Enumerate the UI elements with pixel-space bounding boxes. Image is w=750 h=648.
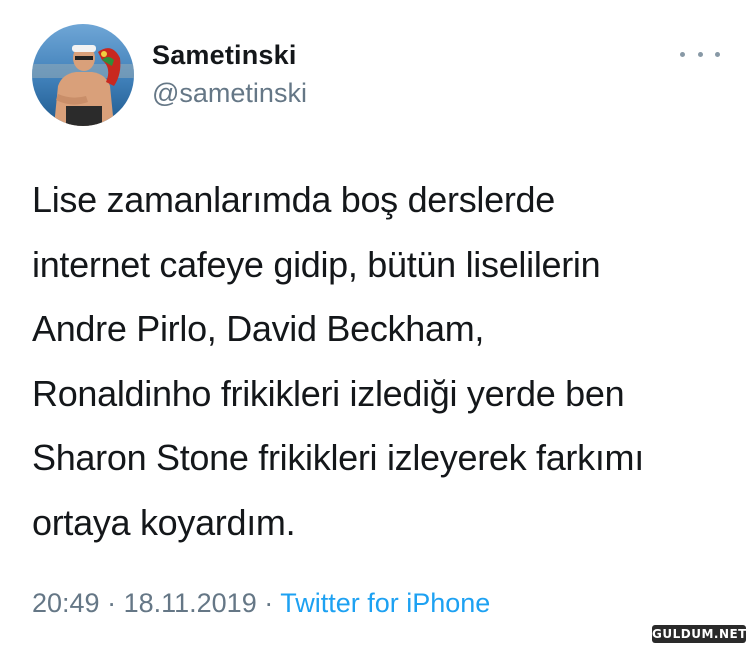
more-horizontal-icon bbox=[697, 51, 703, 57]
tweet-text: Lise zamanlarımda boş derslerde internet… bbox=[32, 168, 732, 556]
tweet-text-line: Lise zamanlarımda boş derslerde bbox=[32, 179, 555, 220]
tweet-source-link[interactable]: Twitter for iPhone bbox=[280, 588, 490, 618]
tweet-date[interactable]: 18.11.2019 bbox=[124, 588, 257, 618]
tweet-metadata: 20:49 · 18.11.2019 · Twitter for iPhone bbox=[32, 588, 490, 619]
display-name[interactable]: Sametinski bbox=[152, 40, 297, 71]
more-horizontal-icon bbox=[715, 51, 720, 57]
tweet-time[interactable]: 20:49 bbox=[32, 588, 100, 618]
profile-photo-icon bbox=[32, 24, 134, 126]
meta-separator: · bbox=[99, 588, 124, 618]
tweet-text-line: ortaya koyardım. bbox=[32, 501, 296, 543]
more-options-button[interactable] bbox=[680, 42, 720, 66]
site-watermark: GULDUM.NET bbox=[652, 625, 747, 643]
tweet-text-line: Sharon Stone frikikleri izleyerek farkım… bbox=[32, 437, 644, 479]
tweet-text-line: internet cafeye gidip, bütün liselilerin bbox=[32, 243, 601, 285]
tweet-text-line: Andre Pirlo, David Beckham, bbox=[32, 308, 485, 350]
avatar[interactable] bbox=[32, 24, 134, 126]
user-handle[interactable]: @sametinski bbox=[152, 78, 307, 109]
more-horizontal-icon bbox=[680, 51, 685, 57]
meta-separator: · bbox=[256, 588, 281, 618]
tweet-text-line: Ronaldinho frikikleri izlediği yerde ben bbox=[32, 372, 625, 414]
